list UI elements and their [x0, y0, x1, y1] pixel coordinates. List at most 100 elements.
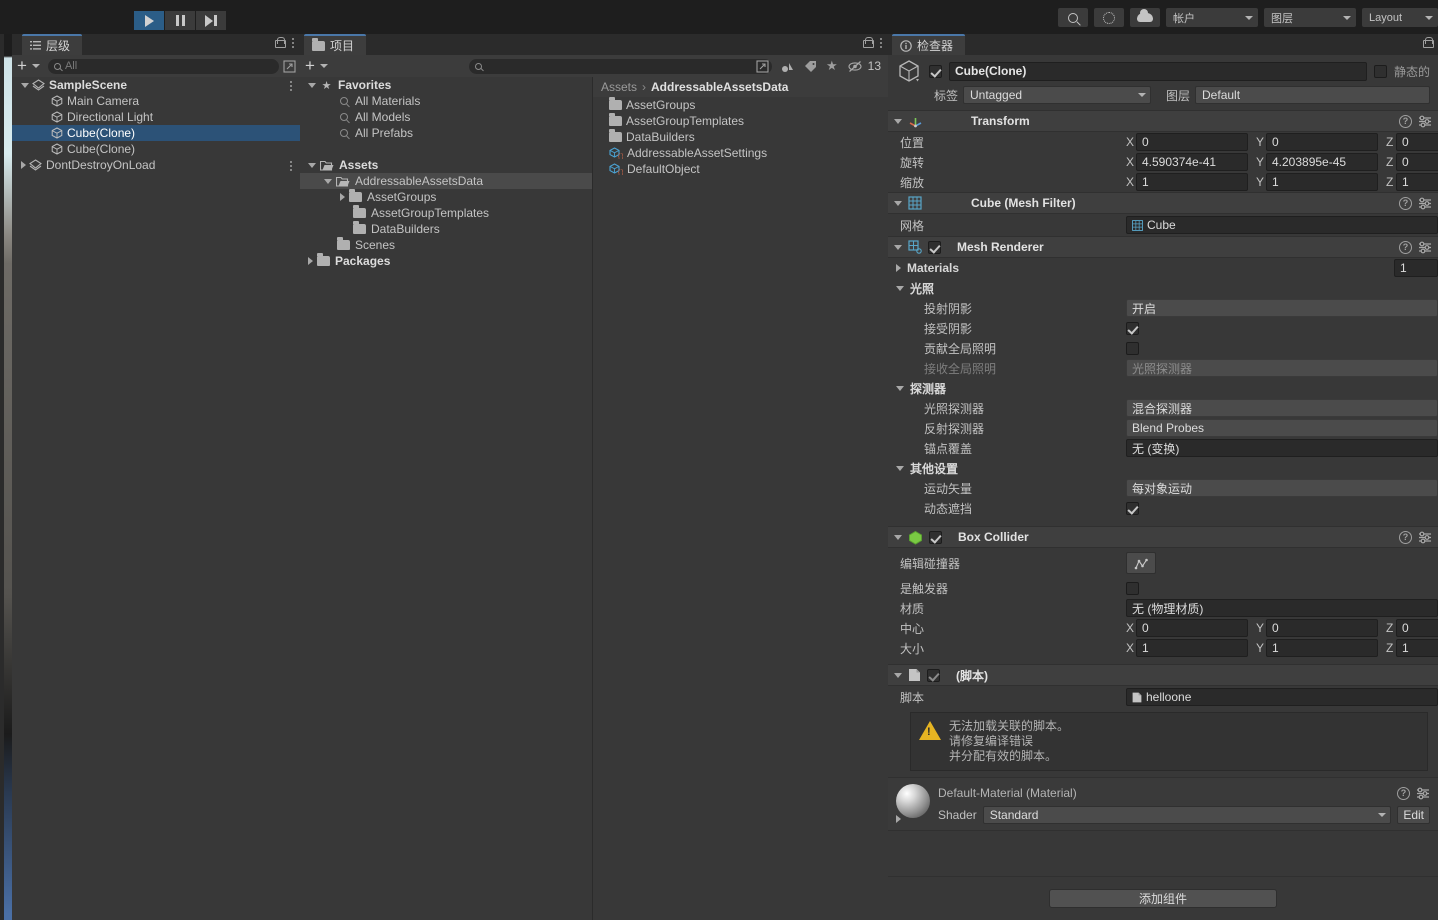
collapse-arrow-icon[interactable]: [894, 534, 902, 540]
collapse-arrow-icon[interactable]: [308, 162, 316, 168]
shader-edit-button[interactable]: Edit: [1397, 806, 1430, 824]
edit-collider-button[interactable]: [1126, 552, 1156, 574]
help-icon[interactable]: ?: [1399, 114, 1412, 128]
project-tree-item[interactable]: AssetGroupTemplates: [300, 205, 592, 221]
tab-hierarchy[interactable]: 层级: [22, 34, 83, 55]
boxcollider-component-header[interactable]: Box Collider ?: [888, 526, 1438, 548]
help-icon[interactable]: ?: [1399, 240, 1412, 254]
add-component-button[interactable]: 添加组件: [1049, 889, 1277, 908]
hierarchy-item[interactable]: Main Camera: [12, 93, 300, 109]
script-object-field[interactable]: helloone: [1126, 688, 1438, 706]
more-options-icon[interactable]: [290, 81, 292, 91]
hierarchy-item[interactable]: DontDestroyOnLoad: [12, 157, 300, 173]
cloud-button[interactable]: [1130, 8, 1160, 27]
project-search-input[interactable]: [468, 58, 772, 74]
materials-count-field[interactable]: 1: [1394, 259, 1438, 277]
asset-item[interactable]: {} AddressableAssetSettings: [593, 145, 888, 161]
transform-y-field[interactable]: 4.203895e-45: [1266, 153, 1378, 171]
collider-size-y[interactable]: 1: [1266, 639, 1378, 657]
collapse-arrow-icon[interactable]: [894, 244, 902, 250]
transform-x-field[interactable]: 4.590374e-41: [1136, 153, 1248, 171]
lighting-foldout[interactable]: 光照: [888, 278, 1438, 298]
favorite-icon[interactable]: ★: [826, 58, 838, 74]
collapse-arrow-icon[interactable]: [894, 118, 902, 124]
create-asset-button[interactable]: +: [304, 57, 316, 74]
collapse-arrow-icon[interactable]: [894, 200, 902, 206]
expand-search-icon[interactable]: [283, 59, 296, 73]
tag-dropdown[interactable]: Untagged: [963, 86, 1151, 104]
is-trigger-checkbox[interactable]: [1126, 581, 1139, 595]
pause-button[interactable]: [165, 11, 195, 30]
chevron-down-icon[interactable]: [319, 64, 328, 68]
help-icon[interactable]: ?: [1399, 530, 1412, 544]
project-tree-item[interactable]: All Models: [300, 109, 592, 125]
other-settings-foldout[interactable]: 其他设置: [888, 458, 1438, 478]
filter-label-icon[interactable]: [804, 60, 818, 73]
component-menu-icon[interactable]: [1418, 531, 1432, 544]
hierarchy-tree[interactable]: SampleScene Main Camera Directional Light C…: [12, 77, 300, 920]
collapse-arrow-icon[interactable]: [308, 82, 316, 88]
mesh-object-field[interactable]: Cube: [1126, 216, 1438, 234]
expand-arrow-icon[interactable]: [21, 161, 26, 169]
tab-project[interactable]: 项目: [304, 34, 367, 55]
dynamic-occlusion-checkbox[interactable]: [1126, 501, 1139, 515]
more-options-icon[interactable]: [880, 37, 882, 48]
lock-icon[interactable]: [863, 37, 874, 48]
shader-dropdown[interactable]: Standard: [982, 806, 1392, 824]
transform-x-field[interactable]: 0: [1136, 133, 1248, 151]
tab-inspector[interactable]: 检查器: [892, 34, 966, 55]
project-tree-item[interactable]: All Prefabs: [300, 125, 592, 141]
transform-y-field[interactable]: 1: [1266, 173, 1378, 191]
play-button[interactable]: [134, 11, 164, 30]
chevron-down-icon[interactable]: [31, 64, 40, 68]
more-options-icon[interactable]: [290, 161, 292, 171]
asset-item[interactable]: {} DefaultObject: [593, 161, 888, 177]
project-tree-item[interactable]: Scenes: [300, 237, 592, 253]
gameobject-enabled-checkbox[interactable]: [929, 64, 942, 78]
hierarchy-item[interactable]: Cube(Clone): [12, 141, 300, 157]
hierarchy-search-input[interactable]: All: [47, 58, 279, 74]
hierarchy-item[interactable]: Directional Light: [12, 109, 300, 125]
more-options-icon[interactable]: [292, 37, 294, 48]
meshrenderer-component-header[interactable]: Mesh Renderer ?: [888, 236, 1438, 258]
hierarchy-item[interactable]: SampleScene: [12, 77, 300, 93]
meshfilter-component-header[interactable]: Cube (Mesh Filter) ?: [888, 192, 1438, 214]
transform-component-header[interactable]: Transform ?: [888, 110, 1438, 132]
meshrenderer-enabled-checkbox[interactable]: [928, 240, 941, 254]
collapse-arrow-icon[interactable]: [896, 465, 904, 471]
static-checkbox[interactable]: [1373, 64, 1387, 78]
collapse-arrow-icon[interactable]: [324, 178, 332, 184]
transform-z-field[interactable]: 0: [1396, 153, 1438, 171]
expand-search-icon[interactable]: [756, 59, 769, 73]
filter-type-icon[interactable]: [781, 60, 796, 73]
asset-item[interactable]: AssetGroups: [593, 97, 888, 113]
project-tree-item[interactable]: All Materials: [300, 93, 592, 109]
help-icon[interactable]: ?: [1399, 196, 1412, 210]
project-tree-item[interactable]: AddressableAssetsData: [300, 173, 592, 189]
account-dropdown[interactable]: 帐户: [1166, 8, 1258, 27]
project-tree-item[interactable]: AssetGroups: [300, 189, 592, 205]
light-probes-dropdown[interactable]: 混合探测器: [1126, 399, 1438, 417]
cast-shadows-dropdown[interactable]: 开启: [1126, 299, 1438, 317]
layers-dropdown[interactable]: 图层: [1264, 8, 1356, 27]
component-menu-icon[interactable]: [1418, 241, 1432, 254]
hidden-items-icon[interactable]: [848, 60, 863, 73]
transform-y-field[interactable]: 0: [1266, 133, 1378, 151]
probes-foldout[interactable]: 探测器: [888, 378, 1438, 398]
gameobject-name-input[interactable]: Cube(Clone): [949, 61, 1367, 81]
lighting-button[interactable]: [1094, 8, 1124, 27]
hierarchy-item[interactable]: Cube(Clone): [12, 125, 300, 141]
motion-vectors-dropdown[interactable]: 每对象运动: [1126, 479, 1438, 497]
step-button[interactable]: [196, 11, 226, 30]
collider-size-z[interactable]: 1: [1396, 639, 1438, 657]
breadcrumb-root[interactable]: Assets: [601, 80, 637, 94]
transform-z-field[interactable]: 1: [1396, 173, 1438, 191]
transform-z-field[interactable]: 0: [1396, 133, 1438, 151]
collider-size-x[interactable]: 1: [1136, 639, 1248, 657]
collapse-arrow-icon[interactable]: [21, 82, 29, 88]
lock-icon[interactable]: [275, 37, 286, 48]
project-tree-item[interactable]: Packages: [300, 253, 592, 269]
collapse-arrow-icon[interactable]: [896, 385, 904, 391]
expand-arrow-icon[interactable]: [896, 264, 901, 272]
collapse-arrow-icon[interactable]: [896, 285, 904, 291]
